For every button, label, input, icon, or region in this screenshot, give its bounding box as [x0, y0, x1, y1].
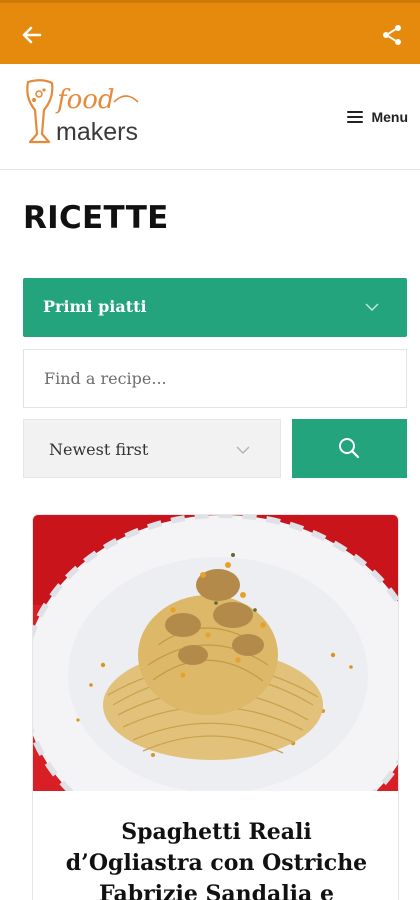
site-header: food makers Menu [0, 64, 420, 170]
sort-select[interactable]: Newest first [23, 419, 281, 478]
hamburger-icon [347, 111, 364, 123]
logo-word-food: food [55, 85, 115, 115]
menu-label: Menu [371, 109, 408, 125]
recipe-search-input[interactable] [23, 349, 407, 408]
chevron-down-icon [236, 446, 250, 455]
recipe-card[interactable]: Spaghetti Reali d’Ogliastra con Ostriche… [32, 514, 399, 900]
search-button[interactable] [292, 419, 407, 478]
category-select[interactable]: Primi piatti [23, 278, 407, 337]
logo-word-makers: makers [56, 118, 138, 146]
category-select-value: Primi piatti [43, 297, 147, 316]
menu-button[interactable]: Menu [347, 106, 408, 128]
food-makers-logo[interactable]: food makers [22, 76, 152, 152]
recipe-photo[interactable] [33, 515, 399, 791]
page-title: RICETTE [23, 200, 169, 236]
search-icon [339, 438, 360, 459]
app-bar [0, 0, 420, 64]
share-icon[interactable] [380, 23, 404, 47]
chevron-down-icon [365, 303, 379, 312]
sort-select-value: Newest first [49, 440, 149, 459]
arrow-left-icon[interactable] [20, 23, 44, 47]
recipe-title[interactable]: Spaghetti Reali d’Ogliastra con Ostriche… [49, 817, 384, 900]
